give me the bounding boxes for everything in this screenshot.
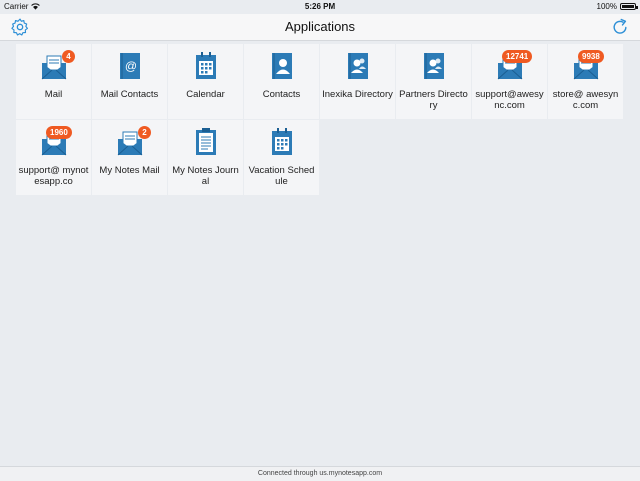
app-label: Mail [44, 89, 63, 100]
battery-icon [620, 3, 638, 10]
battery-percent: 100% [596, 2, 617, 11]
svg-text:@: @ [125, 59, 137, 73]
page-title: Applications [284, 19, 356, 34]
unread-badge: 4 [62, 50, 75, 63]
app-tile-support-mynotesapp[interactable]: 1960 support@ mynotesapp.co [16, 120, 91, 195]
unread-badge: 1960 [46, 126, 72, 139]
app-label: Inexika Directory [322, 89, 393, 100]
applications-grid: 4 Mail @ Mail Contacts Calendar Contacts I… [16, 44, 624, 195]
app-tile-vacation-schedule[interactable]: Vacation Schedule [244, 120, 319, 195]
app-label: Contacts [262, 89, 301, 100]
battery-indicator: 100% [596, 2, 638, 11]
app-tile-partners-directory[interactable]: Partners Directory [396, 44, 471, 119]
app-tile-mail[interactable]: 4 Mail [16, 44, 91, 119]
unread-badge: 2 [138, 126, 151, 139]
app-tile-inexika-directory[interactable]: Inexika Directory [320, 44, 395, 119]
app-label: store@ awesync.com [552, 89, 619, 111]
refresh-icon[interactable] [610, 17, 630, 37]
app-tile-support-awesync[interactable]: 12741 support@awesync.com [472, 44, 547, 119]
app-label: support@ mynotesapp.co [18, 165, 89, 187]
app-tile-calendar[interactable]: Calendar [168, 44, 243, 119]
unread-badge: 12741 [502, 50, 533, 63]
calendar-icon [196, 52, 216, 79]
mail-contacts-icon: @ [120, 53, 140, 79]
contacts-icon [272, 53, 292, 79]
app-label: Partners Directory [399, 89, 468, 111]
app-tile-my-notes-mail[interactable]: 2 My Notes Mail [92, 120, 167, 195]
app-tile-contacts[interactable]: Contacts [244, 44, 319, 119]
connection-status: Connected through us.mynotesapp.com [0, 466, 640, 481]
app-label: Vacation Schedule [248, 165, 315, 187]
status-bar: Carrier 5:26 PM 100% [0, 0, 640, 14]
app-label: support@awesync.com [475, 89, 544, 111]
app-label: Calendar [186, 89, 225, 100]
app-label: My Notes Mail [99, 165, 160, 176]
clock: 5:26 PM [304, 2, 336, 11]
unread-badge: 9938 [578, 50, 604, 63]
directory-icon [424, 53, 444, 79]
app-label: Mail Contacts [100, 89, 159, 100]
calendar-icon [272, 128, 292, 155]
app-tile-my-notes-journal[interactable]: My Notes Journal [168, 120, 243, 195]
app-tile-mail-contacts[interactable]: @ Mail Contacts [92, 44, 167, 119]
navigation-bar: Applications [0, 14, 640, 41]
app-tile-store-awesync[interactable]: 9938 store@ awesync.com [548, 44, 623, 119]
journal-icon [196, 128, 216, 155]
directory-icon [348, 53, 368, 79]
app-label: My Notes Journal [172, 165, 239, 187]
